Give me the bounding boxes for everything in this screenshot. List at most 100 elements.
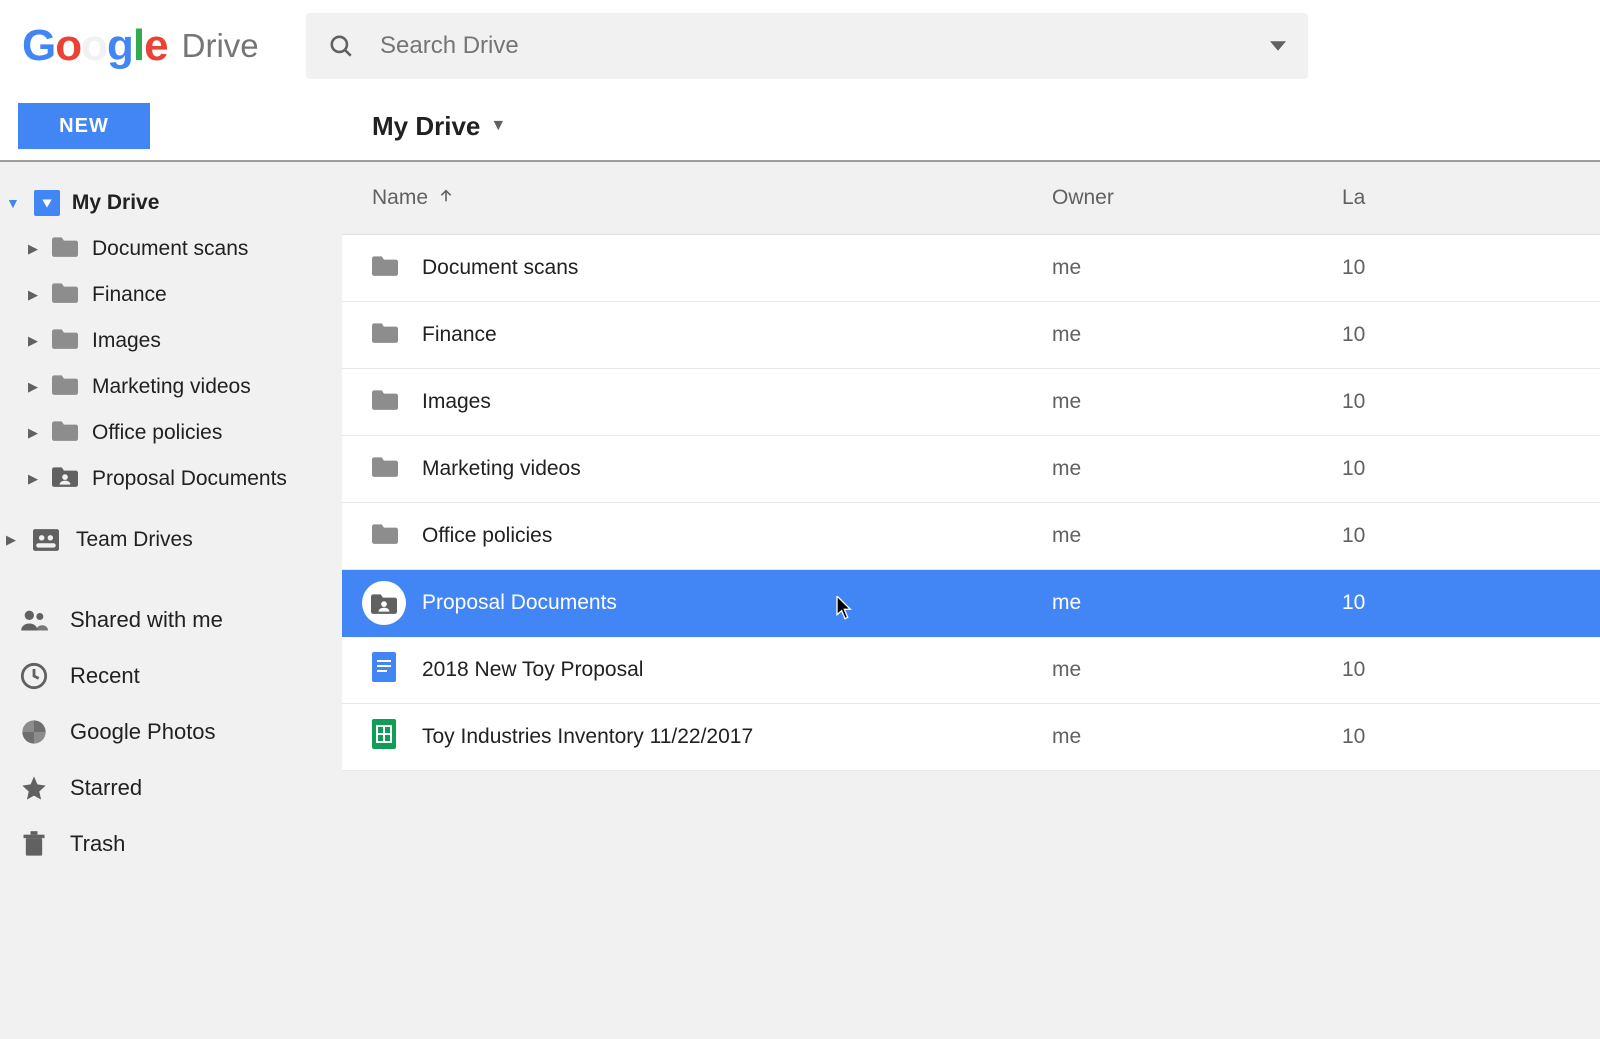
file-name: Toy Industries Inventory 11/22/2017 [422,725,1052,749]
shared-folder-icon [52,465,78,493]
table-row[interactable]: Marketing videosme10 [342,436,1600,503]
sidebar-item-label: Document scans [92,237,248,261]
nav-item-trash[interactable]: Trash [0,816,342,872]
folder-icon [372,254,398,282]
subheader: NEW My Drive ▼ [0,92,1600,162]
column-modified-label: La [1342,186,1365,209]
file-owner: me [1052,591,1342,615]
table-row[interactable]: Document scansme10 [342,235,1600,302]
folder-icon [372,388,398,416]
sidebar-item-marketing-videos[interactable]: ▶ Marketing videos [0,364,342,410]
main: Name Owner La Document scansme10Financem… [342,162,1600,1039]
table-row[interactable]: Office policiesme10 [342,503,1600,570]
folder-icon [372,321,398,349]
folder-icon [52,281,78,309]
chevron-down-icon: ▼ [490,117,506,135]
nav-item-label: Recent [70,663,140,689]
file-modified: 10 [1342,591,1600,615]
sidebar: ▼ My Drive ▶ Document scans ▶ Finance ▶ Image… [0,162,342,1039]
folder-icon [372,522,398,550]
file-name: 2018 New Toy Proposal [422,658,1052,682]
table-row[interactable]: Toy Industries Inventory 11/22/2017me10 [342,704,1600,771]
trash-icon [20,830,48,858]
sidebar-item-finance[interactable]: ▶ Finance [0,272,342,318]
file-modified: 10 [1342,256,1600,280]
nav-item-label: Google Photos [70,719,216,745]
sort-asc-icon [438,186,454,210]
table-header: Name Owner La [342,162,1600,234]
search-options-icon[interactable] [1270,38,1286,54]
column-header-owner[interactable]: Owner [1052,186,1342,210]
table-row[interactable]: 2018 New Toy Proposalme10 [342,637,1600,704]
star-icon [20,774,48,802]
file-owner: me [1052,725,1342,749]
nav-item-label: Starred [70,775,142,801]
file-list: Document scansme10Financeme10Imagesme10M… [342,234,1600,771]
file-owner: me [1052,390,1342,414]
caret-right-icon: ▶ [28,379,38,395]
header: Google Drive [0,0,1600,92]
folder-icon [52,419,78,447]
sidebar-item-team-drives[interactable]: ▶ Team Drives [0,516,342,564]
column-header-modified[interactable]: La [1342,186,1600,210]
file-owner: me [1052,256,1342,280]
folder-icon [52,327,78,355]
file-modified: 10 [1342,524,1600,548]
table-row[interactable]: Financeme10 [342,302,1600,369]
search-input[interactable] [380,32,1244,60]
caret-right-icon: ▶ [28,241,38,257]
team-drives-icon [32,526,60,554]
sidebar-item-office-policies[interactable]: ▶Office policies [0,410,342,456]
shared-folder-icon [362,581,406,625]
sidebar-item-label: Images [92,329,161,353]
column-owner-label: Owner [1052,186,1114,209]
sidebar-team-drives-label: Team Drives [76,528,193,552]
file-owner: me [1052,323,1342,347]
nav-item-label: Shared with me [70,607,223,633]
body: ▼ My Drive ▶ Document scans ▶ Finance ▶ Image… [0,162,1600,1039]
sidebar-item-label: Proposal Documents [92,467,287,491]
search-icon[interactable] [328,33,354,59]
google-doc-icon [372,652,396,688]
file-name: Document scans [422,256,1052,280]
file-owner: me [1052,457,1342,481]
file-name: Proposal Documents [422,591,1052,615]
breadcrumb[interactable]: My Drive ▼ [372,111,506,142]
nav-item-google-photos[interactable]: Google Photos [0,704,342,760]
sidebar-item-images[interactable]: ▶ Images [0,318,342,364]
file-name: Office policies [422,524,1052,548]
sidebar-root-label: My Drive [72,191,160,215]
caret-right-icon: ▶ [28,287,38,303]
table-row[interactable]: Imagesme10 [342,369,1600,436]
new-button[interactable]: NEW [18,103,150,149]
file-modified: 10 [1342,390,1600,414]
file-modified: 10 [1342,457,1600,481]
product-label: Drive [182,27,259,65]
sidebar-item-proposal-documents[interactable]: ▶Proposal Documents [0,456,342,502]
file-modified: 10 [1342,658,1600,682]
sidebar-item-label: Office policies [92,421,222,445]
table-row[interactable]: Proposal Documentsme10 [342,570,1600,637]
file-name: Images [422,390,1052,414]
search-bar[interactable] [306,13,1308,79]
nav-item-recent[interactable]: Recent [0,648,342,704]
clock-icon [20,662,48,690]
folder-icon [52,373,78,401]
breadcrumb-title: My Drive [372,111,480,142]
nav-item-label: Trash [70,831,125,857]
logo[interactable]: Google Drive [22,21,306,71]
file-owner: me [1052,658,1342,682]
google-sheet-icon [372,719,396,755]
caret-right-icon: ▶ [28,333,38,349]
photos-icon [20,718,48,746]
nav-item-starred[interactable]: Starred [0,760,342,816]
sidebar-item-label: Finance [92,283,167,307]
nav-item-shared-with-me[interactable]: Shared with me [0,592,342,648]
sidebar-item-document-scans[interactable]: ▶ Document scans [0,226,342,272]
sidebar-item-label: Marketing videos [92,375,251,399]
sidebar-item-my-drive[interactable]: ▼ My Drive [0,180,342,226]
people-icon [20,606,48,634]
column-header-name[interactable]: Name [372,186,1052,210]
column-name-label: Name [372,186,428,210]
file-modified: 10 [1342,323,1600,347]
